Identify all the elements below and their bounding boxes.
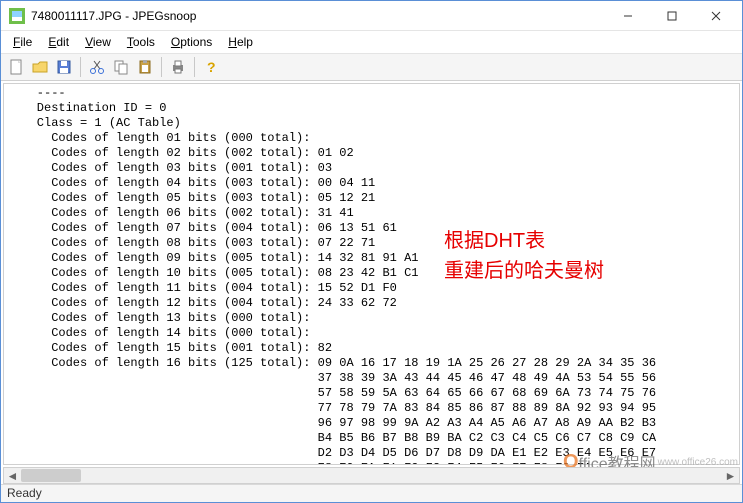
separator <box>161 57 162 77</box>
print-button[interactable] <box>167 56 189 78</box>
titlebar: 7480011117.JPG - JPEGsnoop <box>1 1 742 31</box>
menu-edit[interactable]: Edit <box>40 33 77 51</box>
maximize-button[interactable] <box>650 2 694 30</box>
menu-file[interactable]: File <box>5 33 40 51</box>
help-button[interactable]: ? <box>200 56 222 78</box>
window-title: 7480011117.JPG - JPEGsnoop <box>31 9 606 23</box>
statusbar: Ready <box>1 484 742 502</box>
svg-text:?: ? <box>207 59 216 75</box>
separator <box>80 57 81 77</box>
minimize-button[interactable] <box>606 2 650 30</box>
new-button[interactable] <box>5 56 27 78</box>
save-button[interactable] <box>53 56 75 78</box>
menu-tools[interactable]: Tools <box>119 33 163 51</box>
content-area: ---- Destination ID = 0 Class = 1 (AC Ta… <box>3 83 740 465</box>
menu-view[interactable]: View <box>77 33 119 51</box>
menubar: File Edit View Tools Options Help <box>1 31 742 53</box>
scroll-left-arrow[interactable]: ◄ <box>4 468 21 483</box>
close-button[interactable] <box>694 2 738 30</box>
paste-button[interactable] <box>134 56 156 78</box>
menu-options[interactable]: Options <box>163 33 220 51</box>
app-icon <box>9 8 25 24</box>
toolbar: ? <box>1 53 742 81</box>
cut-button[interactable] <box>86 56 108 78</box>
scroll-right-arrow[interactable]: ► <box>722 468 739 483</box>
status-text: Ready <box>7 486 42 500</box>
horizontal-scrollbar[interactable]: ◄ ► <box>3 467 740 484</box>
scroll-track[interactable] <box>21 468 722 483</box>
text-pane[interactable]: ---- Destination ID = 0 Class = 1 (AC Ta… <box>4 84 739 465</box>
open-button[interactable] <box>29 56 51 78</box>
separator <box>194 57 195 77</box>
copy-button[interactable] <box>110 56 132 78</box>
menu-help[interactable]: Help <box>220 33 261 51</box>
scroll-thumb[interactable] <box>21 469 81 482</box>
